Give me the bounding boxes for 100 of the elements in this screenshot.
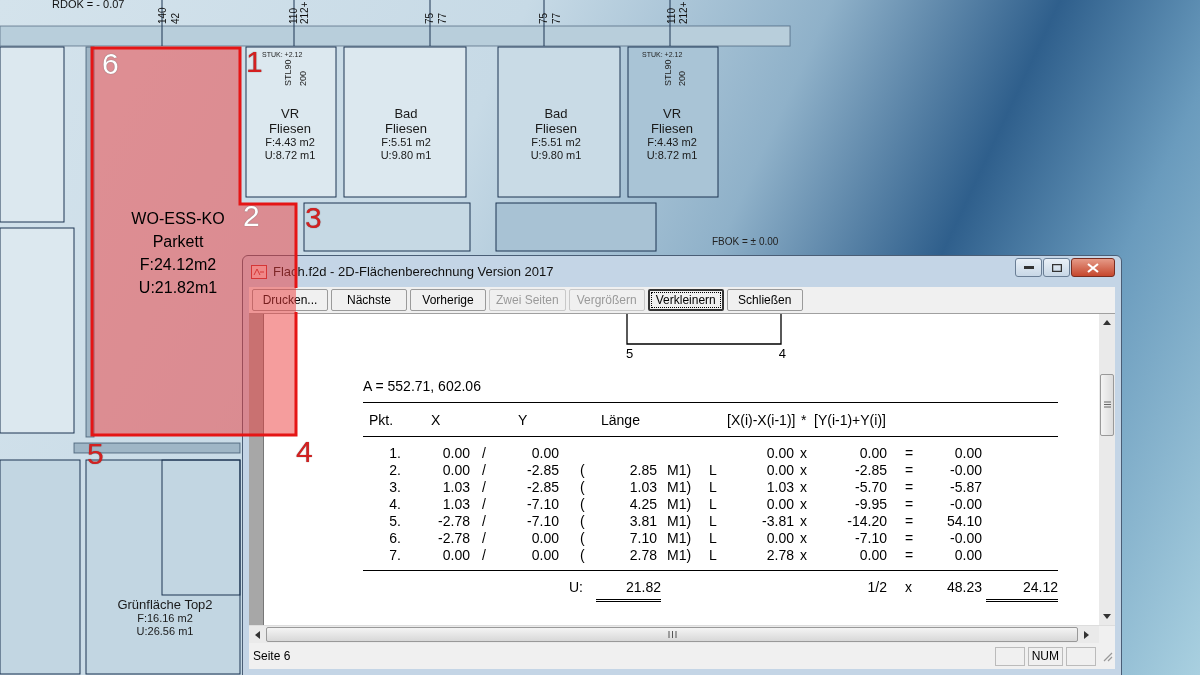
equals-sign: = bbox=[904, 513, 915, 530]
unit-label: M1) bbox=[666, 479, 693, 496]
bracket: ( bbox=[579, 513, 586, 530]
room-label: F:4.43 m2 bbox=[265, 136, 315, 149]
scroll-down-icon[interactable] bbox=[1103, 614, 1111, 619]
unit-label: M1) bbox=[666, 530, 693, 547]
x-value: -2.78 bbox=[437, 530, 471, 547]
column-header: Pkt. bbox=[369, 411, 394, 428]
dimension-label: 75 bbox=[424, 12, 435, 24]
bracket: ( bbox=[579, 479, 586, 496]
area-number: 2 bbox=[243, 200, 260, 232]
scroll-thumb[interactable] bbox=[1100, 373, 1114, 436]
multiply-sign: x bbox=[799, 479, 808, 496]
room-label: VR bbox=[280, 106, 300, 121]
x-value: 0.00 bbox=[441, 462, 471, 479]
product-value: -5.87 bbox=[949, 479, 983, 496]
y-value: 0.00 bbox=[530, 530, 560, 547]
equals-sign: = bbox=[904, 445, 915, 462]
scroll-up-icon[interactable] bbox=[1103, 320, 1111, 325]
column-header: [Y(i-1)+Y(i)] bbox=[814, 411, 886, 428]
toolbar-button[interactable]: Nächste bbox=[331, 289, 407, 311]
toolbar-button[interactable]: Verkleinern bbox=[647, 289, 724, 311]
dimension-label: 212+ bbox=[678, 1, 689, 24]
y-sum: -2.85 bbox=[854, 462, 888, 479]
product-value: 54.10 bbox=[945, 513, 983, 530]
maximize-button[interactable] bbox=[1043, 258, 1070, 277]
product-value: -0.00 bbox=[949, 530, 983, 547]
y-sum: -9.95 bbox=[854, 496, 888, 513]
multiply-sign: x bbox=[799, 445, 808, 462]
length-value: 3.81 bbox=[628, 513, 658, 530]
room-label: U:21.82m1 bbox=[138, 278, 218, 298]
plan-note: FBOK = ± 0.00 bbox=[712, 236, 779, 247]
resize-grip-icon[interactable] bbox=[1101, 650, 1113, 662]
maximize-icon bbox=[1051, 263, 1062, 272]
y-value: 0.00 bbox=[530, 445, 560, 462]
separator: / bbox=[481, 496, 487, 513]
room-label: U:8.72 m1 bbox=[646, 149, 698, 162]
status-panel bbox=[994, 646, 1025, 666]
minimize-icon bbox=[1023, 265, 1034, 270]
scroll-right-icon[interactable] bbox=[1084, 630, 1089, 639]
dimension-label: 75 bbox=[538, 12, 549, 24]
scroll-thumb[interactable] bbox=[266, 627, 1078, 642]
point-number: 4. bbox=[388, 496, 401, 513]
dimension-label: 77 bbox=[437, 12, 448, 24]
room-label: Fliesen bbox=[535, 121, 577, 136]
y-sum: -7.10 bbox=[854, 530, 888, 547]
column-header: Länge bbox=[601, 411, 640, 428]
separator: / bbox=[481, 547, 487, 564]
room-label: F:5.51 m2 bbox=[381, 136, 431, 149]
room-label: F:24.12m2 bbox=[139, 255, 217, 275]
separator: / bbox=[481, 530, 487, 547]
separator: / bbox=[481, 445, 487, 462]
room-label: Parkett bbox=[152, 232, 204, 252]
product-value: -0.00 bbox=[949, 496, 983, 513]
equals-sign: = bbox=[904, 496, 915, 513]
equals-sign: = bbox=[904, 462, 915, 479]
toolbar-button[interactable]: Schließen bbox=[726, 289, 803, 311]
y-sum: 0.00 bbox=[858, 445, 888, 462]
vertical-scrollbar[interactable] bbox=[1099, 314, 1115, 625]
perimeter-total: 21.82 bbox=[596, 579, 661, 602]
equals-sign: = bbox=[904, 530, 915, 547]
column-header: [X(i)-X(i-1)] bbox=[727, 411, 796, 428]
point-number: 2. bbox=[388, 462, 401, 479]
room-label: Bad bbox=[394, 106, 418, 121]
multiply-sign: x bbox=[904, 579, 913, 597]
horizontal-scrollbar[interactable] bbox=[249, 625, 1115, 643]
direction-label: L bbox=[708, 547, 718, 564]
point-number: 3. bbox=[388, 479, 401, 496]
length-value: 1.03 bbox=[628, 479, 658, 496]
area-number: 6 bbox=[102, 48, 119, 80]
room-label: Bad bbox=[544, 106, 568, 121]
y-value: -7.10 bbox=[526, 513, 560, 530]
level-note: RDOK = - 0.07 bbox=[52, 0, 125, 10]
x-difference: -3.81 bbox=[761, 513, 795, 530]
close-button[interactable] bbox=[1071, 258, 1115, 277]
multiply-sign: x bbox=[799, 513, 808, 530]
room-label: F:16.16 m2 bbox=[137, 612, 193, 625]
room-label: Fliesen bbox=[385, 121, 427, 136]
direction-label: L bbox=[708, 462, 718, 479]
x-value: -2.78 bbox=[437, 513, 471, 530]
minimize-button[interactable] bbox=[1015, 258, 1042, 277]
length-value: 7.10 bbox=[628, 530, 658, 547]
y-sum: -14.20 bbox=[846, 513, 888, 530]
close-icon bbox=[1087, 262, 1099, 273]
room-label: Fliesen bbox=[269, 121, 311, 136]
scroll-left-icon[interactable] bbox=[255, 630, 260, 639]
area-number: 1 bbox=[246, 46, 263, 78]
area-number: 3 bbox=[305, 202, 322, 234]
length-value: 2.85 bbox=[628, 462, 658, 479]
x-difference: 1.03 bbox=[765, 479, 795, 496]
point-number: 1. bbox=[388, 445, 401, 462]
room-label: U:9.80 m1 bbox=[530, 149, 582, 162]
area-total: 24.12 bbox=[986, 579, 1058, 602]
x-difference: 0.00 bbox=[765, 530, 795, 547]
multiply-sign: x bbox=[799, 547, 808, 564]
point-number: 5. bbox=[388, 513, 401, 530]
toolbar-button[interactable]: Vorherige bbox=[410, 289, 486, 311]
perimeter-label: U: bbox=[568, 579, 584, 597]
column-header: * bbox=[801, 411, 807, 428]
plan-note: 200 bbox=[298, 70, 308, 86]
